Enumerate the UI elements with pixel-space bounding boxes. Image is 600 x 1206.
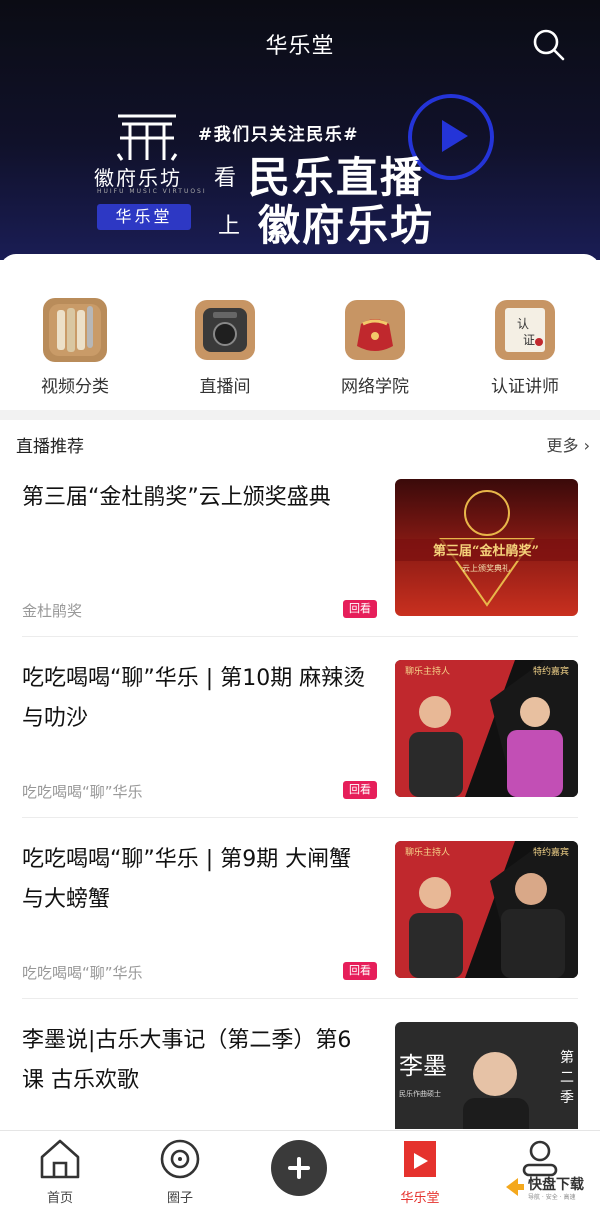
category-label: 直播间	[199, 377, 251, 397]
item-thumbnail: 第三届“金杜鹃奖” 云上颁奖典礼	[395, 479, 578, 616]
item-title: 吃吃喝喝“聊”华乐 | 第9期 大闸蟹与大螃蟹	[22, 847, 352, 912]
search-icon	[533, 29, 565, 61]
tab-circle[interactable]: 圈子	[140, 1137, 220, 1206]
content-panel: 视频分类 直播间 网络学院 认 证 认证讲师 直播推荐 更多 › 第三届“金杜鹃…	[0, 254, 600, 1129]
thumb-right-label: 特约嘉宾	[533, 846, 569, 858]
tab-home[interactable]: 首页	[20, 1137, 100, 1206]
chevron-right-icon: ›	[583, 436, 590, 455]
disc-icon	[160, 1139, 200, 1179]
add-button[interactable]	[271, 1140, 327, 1196]
kuaipan-logo-icon	[506, 1178, 524, 1196]
thumb-subcaption: 云上颁奖典礼	[462, 563, 510, 573]
watermark: 快盘下载 导航 · 安全 · 高速	[502, 1172, 594, 1204]
item-separator	[22, 817, 578, 818]
thumb-side-label: 第	[560, 1049, 574, 1066]
pouch-icon	[343, 298, 407, 362]
search-button[interactable]	[532, 28, 566, 62]
category-academy[interactable]: 网络学院	[300, 298, 450, 397]
item-source: 吃吃喝喝“聊”华乐	[22, 783, 143, 801]
radio-icon	[193, 298, 257, 362]
more-link[interactable]: 更多 ›	[546, 432, 590, 456]
item-title: 吃吃喝喝“聊”华乐 | 第10期 麻辣烫与叻沙	[22, 666, 366, 731]
category-video[interactable]: 视频分类	[0, 298, 150, 397]
item-separator	[22, 998, 578, 999]
tab-label: 首页	[46, 1191, 73, 1206]
page-title: 华乐堂	[265, 34, 335, 59]
category-label: 网络学院	[341, 377, 409, 397]
replay-badge: 回看	[343, 781, 377, 799]
hualetang-icon	[404, 1141, 436, 1177]
category-live-room[interactable]: 直播间	[150, 298, 300, 397]
list-item[interactable]: 吃吃喝喝“聊”华乐 | 第10期 麻辣烫与叻沙 吃吃喝喝“聊”华乐 回看 聊乐主…	[0, 659, 600, 839]
banner-headline-2: 徽府乐坊	[258, 201, 435, 250]
live-recommend-header: 直播推荐 更多 ›	[0, 430, 600, 460]
list-item[interactable]: 李墨说|古乐大事记（第二季）第6课 古乐欢歌 李墨 民乐作曲硕士 第 二 季	[0, 1021, 600, 1129]
tab-hualetang[interactable]: 华乐堂	[380, 1137, 460, 1206]
more-label: 更多	[546, 436, 579, 455]
banner-shang: 上	[218, 214, 241, 239]
thumb-caption: 李墨	[399, 1052, 447, 1080]
item-title: 第三届“金杜鹃奖”云上颁奖盛典	[22, 485, 331, 510]
tab-label: 圈子	[166, 1191, 193, 1206]
thumb-side-label-3: 季	[560, 1090, 574, 1106]
category-label: 认证讲师	[491, 377, 559, 397]
header: 华乐堂 徽府乐坊 HUIFU MUSIC VIRTUOSI 华乐堂 #我们只关注…	[0, 0, 600, 260]
replay-badge: 回看	[343, 600, 377, 618]
watermark-subtext: 导航 · 安全 · 高速	[528, 1194, 576, 1201]
item-thumbnail: 聊乐主持人 特约嘉宾	[395, 841, 578, 978]
list-item[interactable]: 第三届“金杜鹃奖”云上颁奖盛典 金杜鹃奖 回看 第三届“金杜鹃奖” 云上颁奖典礼	[0, 478, 600, 658]
item-source: 金杜鹃奖	[22, 602, 83, 620]
item-thumbnail: 聊乐主持人 特约嘉宾	[395, 660, 578, 797]
promo-banner[interactable]: 徽府乐坊 HUIFU MUSIC VIRTUOSI 华乐堂 #我们只关注民乐# …	[0, 94, 600, 250]
banner-kan: 看	[214, 166, 237, 191]
logo-text: 徽府乐坊	[94, 166, 182, 190]
certificate-icon: 认 证	[493, 298, 557, 362]
scroll-icon	[43, 298, 107, 362]
watermark-text: 快盘下载	[528, 1177, 584, 1193]
thumb-left-label: 聊乐主持人	[405, 665, 450, 677]
hualetang-badge: 华乐堂	[97, 204, 191, 230]
section-divider	[0, 410, 600, 420]
thumb-caption: 第三届“金杜鹃奖”	[433, 543, 539, 559]
item-thumbnail: 李墨 民乐作曲硕士 第 二 季	[395, 1022, 578, 1129]
section-title: 直播推荐	[16, 437, 84, 457]
category-row: 视频分类 直播间 网络学院 认 证 认证讲师	[0, 254, 600, 410]
svg-text:证: 证	[523, 333, 535, 347]
item-separator	[22, 636, 578, 637]
home-icon	[40, 1139, 80, 1179]
tab-label: 华乐堂	[400, 1191, 440, 1206]
category-certified-teacher[interactable]: 认 证 认证讲师	[450, 298, 600, 397]
logo-english-text: HUIFU MUSIC VIRTUOSI	[97, 188, 207, 195]
list-item[interactable]: 吃吃喝喝“聊”华乐 | 第9期 大闸蟹与大螃蟹 吃吃喝喝“聊”华乐 回看 聊乐主…	[0, 840, 600, 1020]
replay-badge: 回看	[343, 962, 377, 980]
thumb-left-label: 聊乐主持人	[405, 846, 450, 858]
banner-slogan: #我们只关注民乐#	[198, 125, 359, 145]
thumb-side-label-2: 二	[560, 1070, 574, 1086]
svg-text:认: 认	[517, 317, 529, 331]
item-source: 吃吃喝喝“聊”华乐	[22, 964, 143, 982]
thumb-subcaption: 民乐作曲硕士	[399, 1089, 441, 1098]
thumb-right-label: 特约嘉宾	[533, 665, 569, 677]
item-title: 李墨说|古乐大事记（第二季）第6课 古乐欢歌	[22, 1028, 352, 1093]
category-label: 视频分类	[41, 377, 109, 397]
